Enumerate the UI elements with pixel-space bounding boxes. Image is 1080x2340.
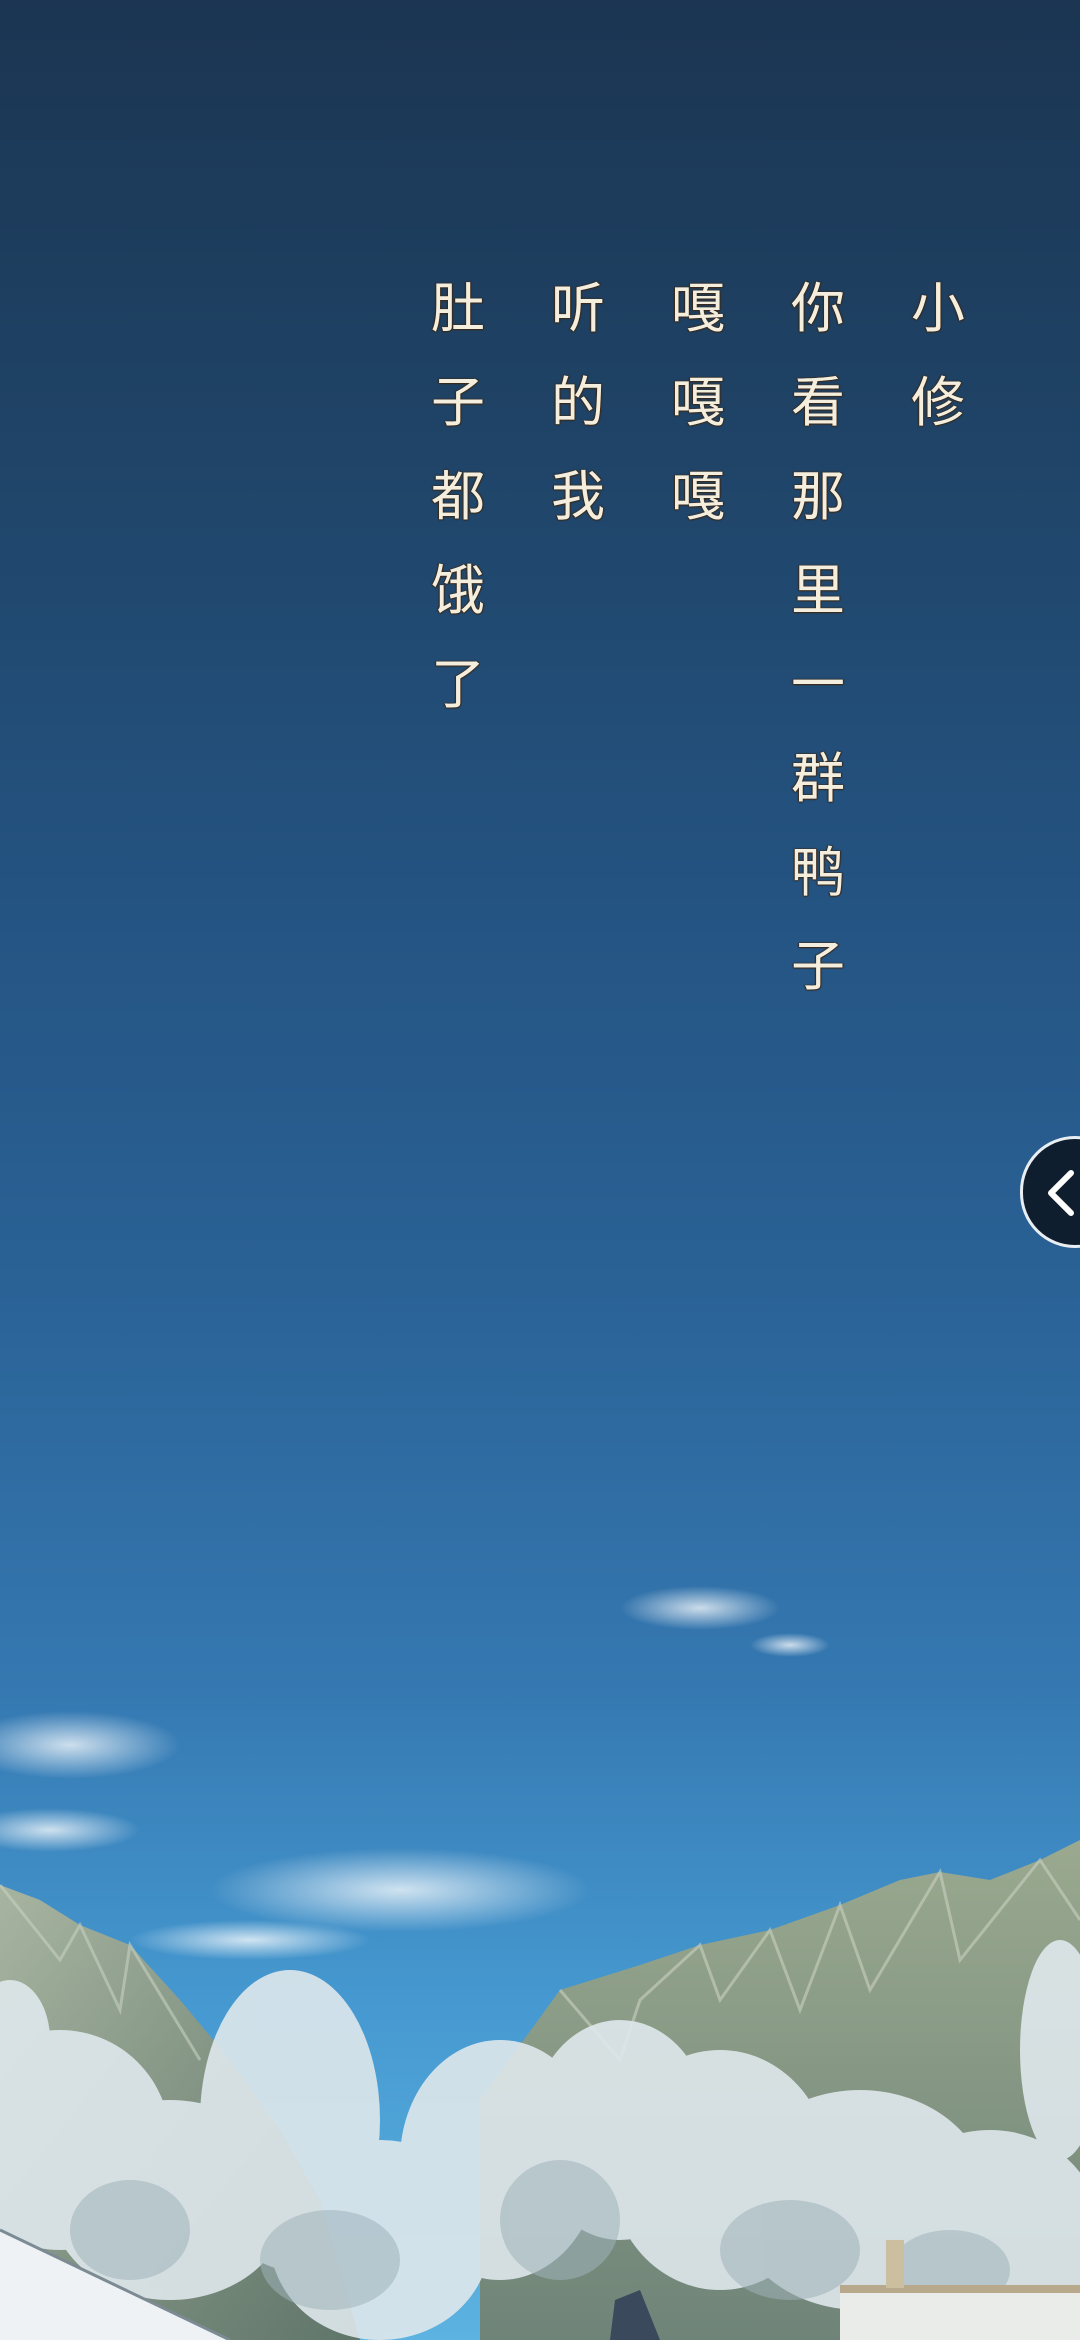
clouds	[0, 1586, 830, 1960]
dialogue-char: 群	[791, 747, 845, 810]
dialogue-char: 都	[431, 465, 485, 528]
dialogue-char: 我	[551, 465, 605, 528]
dialogue-column-2: 你 看 那 里 一 群 鸭 子	[782, 262, 854, 1014]
dialogue-char: 一	[791, 653, 845, 716]
dialogue-char: 里	[791, 559, 845, 622]
chevron-left-icon	[1048, 1170, 1074, 1216]
dialogue-char: 那	[791, 465, 845, 528]
dialogue-char: 嘎	[671, 371, 725, 434]
dialogue-char: 你	[791, 277, 845, 340]
game-screen[interactable]: 小 修 你 看 那 里 一 群 鸭 子 嘎 嘎 嘎 听 的 我 肚 子 都 饿	[0, 0, 1080, 2340]
vertical-dialogue-text: 小 修 你 看 那 里 一 群 鸭 子 嘎 嘎 嘎 听 的 我 肚 子 都 饿	[0, 262, 1080, 1022]
dialogue-char: 听	[551, 277, 605, 340]
dialogue-char: 子	[791, 935, 845, 998]
dialogue-char: 饿	[431, 559, 485, 622]
dialogue-column-3: 嘎 嘎 嘎	[662, 262, 734, 544]
dialogue-char: 看	[791, 371, 845, 434]
dialogue-char: 修	[911, 371, 965, 434]
dialogue-char: 鸭	[791, 841, 845, 904]
dialogue-char: 嘎	[671, 277, 725, 340]
dialogue-char: 了	[431, 653, 485, 716]
dialogue-char: 子	[431, 371, 485, 434]
dialogue-column-5: 肚 子 都 饿 了	[422, 262, 494, 732]
dialogue-char: 肚	[431, 277, 485, 340]
dialogue-char: 小	[911, 277, 965, 340]
dialogue-char: 嘎	[671, 465, 725, 528]
dialogue-char: 的	[551, 371, 605, 434]
dialogue-column-1: 小 修	[902, 262, 974, 450]
dialogue-column-4: 听 的 我	[542, 262, 614, 544]
